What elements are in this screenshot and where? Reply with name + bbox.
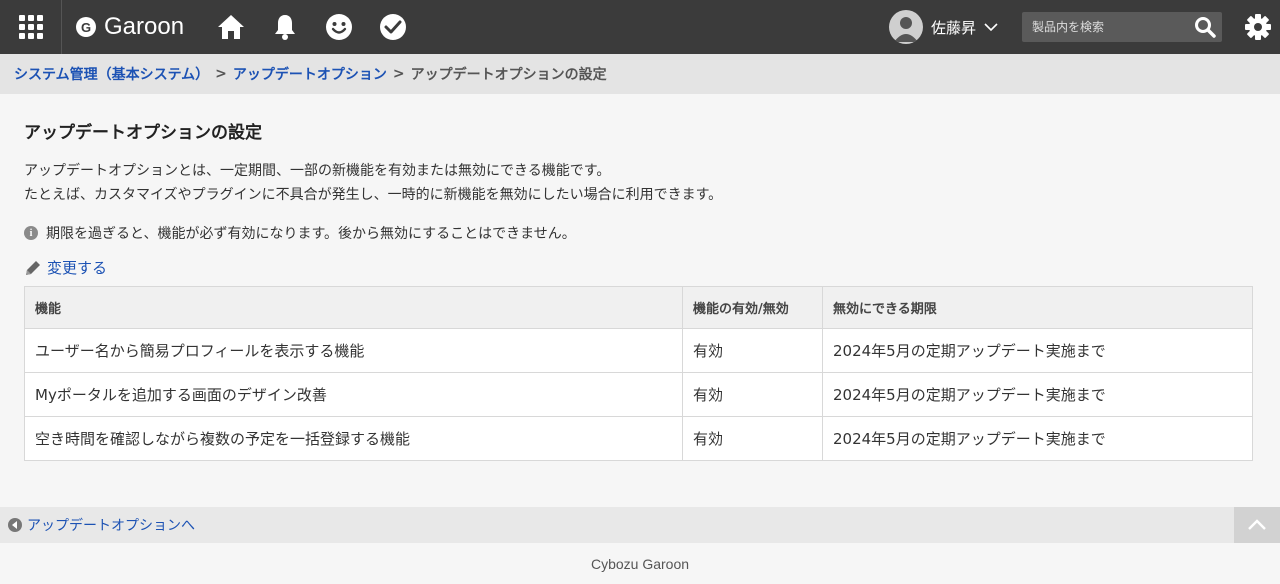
table-header-row: 機能 機能の有効/無効 無効にできる期限 [24,286,1253,329]
breadcrumb-current: アップデートオプションの設定 [410,67,607,83]
logo-text: Garoon [104,13,185,40]
back-to-update-option-link[interactable]: アップデートオプションへ [27,515,195,535]
feature-cell: Myポータルを追加する画面のデザイン改善 [24,372,683,417]
search-input[interactable] [1022,19,1188,35]
table-row: ユーザー名から簡易プロフィールを表示する機能 有効 2024年5月の定期アップデ… [24,328,1253,373]
column-header-status: 機能の有効/無効 [682,286,823,329]
breadcrumb-update-option[interactable]: アップデートオプション [233,64,387,84]
check-bubble-icon [380,14,407,40]
user-icon [893,17,918,42]
chevron-left-circle-icon [8,518,22,532]
pencil-icon [26,260,40,275]
home-button[interactable] [204,0,258,54]
change-action: 変更する [24,257,1254,278]
back-bar: アップデートオプションへ [0,507,1280,543]
status-cell: 有効 [682,416,823,461]
user-name: 佐藤昇 [930,18,976,37]
back-navigation: アップデートオプションへ [8,515,195,535]
garoon-logo[interactable]: G Garoon [76,13,184,41]
scroll-top-button[interactable] [1234,507,1280,543]
logo-mark: G [76,17,96,37]
presence-button[interactable] [312,0,366,54]
description-line: アップデートオプションとは、一定期間、一部の新機能を有効または無効にできる機能で… [24,163,611,179]
feature-cell: ユーザー名から簡易プロフィールを表示する機能 [24,328,683,373]
column-header-feature: 機能 [24,286,683,329]
smiley-icon [326,14,353,40]
user-menu[interactable]: 佐藤昇 [888,10,998,44]
app-menu-button[interactable] [0,0,62,54]
gear-icon [1245,14,1271,40]
settings-button[interactable] [1236,13,1280,41]
chevron-up-icon [1248,519,1266,530]
table-row: Myポータルを追加する画面のデザイン改善 有効 2024年5月の定期アップデート… [24,372,1253,417]
home-icon [218,15,245,39]
grid-icon [18,15,43,39]
deadline-cell: 2024年5月の定期アップデート実施まで [822,328,1253,373]
notification-button[interactable] [258,0,312,54]
column-header-deadline: 無効にできる期限 [822,286,1253,329]
info-icon: i [24,226,38,240]
search-box [1022,12,1222,42]
footer-copyright: Cybozu Garoon [590,555,690,572]
main-content: アップデートオプションの設定 アップデートオプションとは、一定期間、一部の新機能… [0,94,1280,461]
search-button[interactable] [1187,12,1222,42]
top-header: G Garoon 佐藤昇 製品内を検索 [0,0,1280,54]
footer: Cybozu Garoon [0,543,1280,584]
breadcrumb-separator: > [392,66,405,82]
update-options-table: 機能 機能の有効/無効 無効にできる期限 ユーザー名から簡易プロフィールを表示す… [24,286,1253,461]
feature-cell: 空き時間を確認しながら複数の予定を一括登録する機能 [24,416,683,461]
notice: i 期限を過ぎると、機能が必ず有効になります。後から無効にすることはできません。 [24,223,1254,243]
description: アップデートオプションとは、一定期間、一部の新機能を有効または無効にできる機能で… [24,159,1254,207]
change-link[interactable]: 変更する [47,257,107,278]
status-cell: 有効 [682,328,823,373]
breadcrumb-system-admin[interactable]: システム管理（基本システム） [14,64,209,84]
favorite-button[interactable] [366,0,420,54]
chevron-down-icon [984,23,998,32]
deadline-cell: 2024年5月の定期アップデート実施まで [822,372,1253,417]
deadline-cell: 2024年5月の定期アップデート実施まで [822,416,1253,461]
search-icon [1194,17,1216,38]
status-cell: 有効 [682,372,823,417]
notice-text: 期限を過ぎると、機能が必ず有効になります。後から無効にすることはできません。 [46,226,576,242]
description-line: たとえば、カスタマイズやプラグインに不具合が発生し、一時的に新機能を無効にしたい… [24,187,723,203]
avatar [888,10,923,44]
bell-icon [275,15,296,40]
breadcrumb: システム管理（基本システム） > アップデートオプション > アップデートオプシ… [0,54,1280,94]
page-title: アップデートオプションの設定 [24,123,262,143]
breadcrumb-separator: > [215,66,227,82]
table-row: 空き時間を確認しながら複数の予定を一括登録する機能 有効 2024年5月の定期ア… [24,416,1253,461]
